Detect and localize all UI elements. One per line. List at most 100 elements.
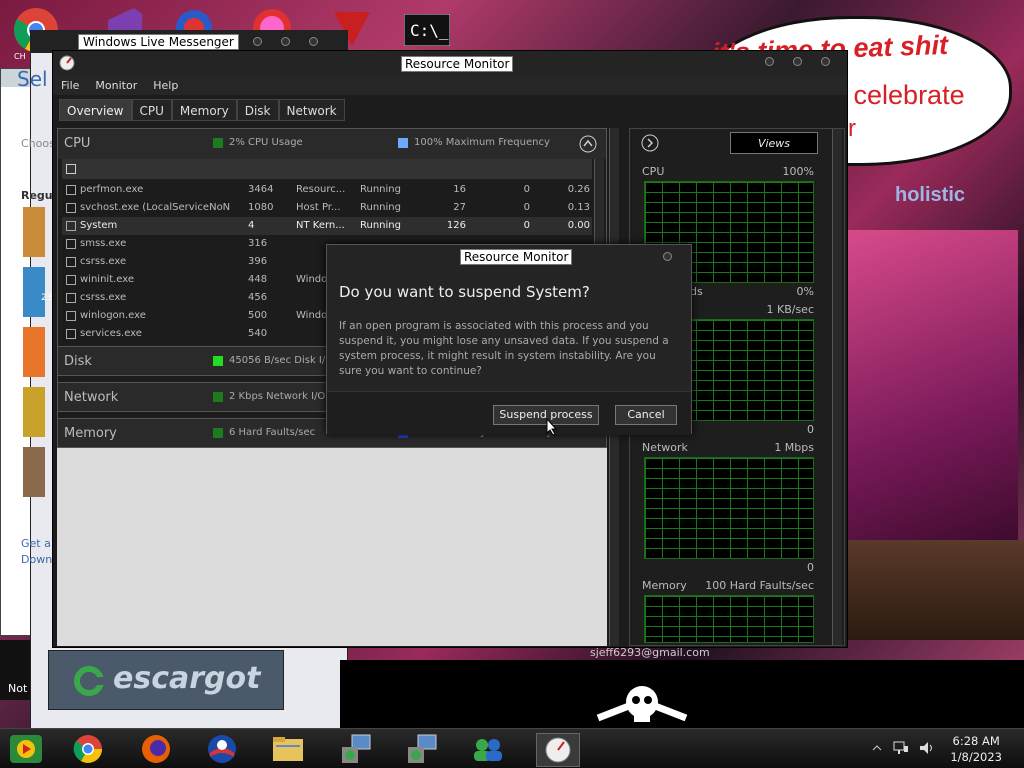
process-row[interactable]: svchost.exe (LocalServiceNoNe... 1080 Host… (62, 199, 592, 217)
process-threads-cell: 126 (446, 220, 466, 231)
process-name-cell: services.exe (80, 328, 142, 339)
firefox-icon[interactable] (138, 733, 174, 765)
disk-graph-max: 1 KB/sec (766, 303, 814, 316)
contact-avatar[interactable] (23, 387, 45, 437)
download-link[interactable]: Down (21, 553, 52, 566)
wallpaper-sign (848, 230, 1018, 550)
process-avg-cell: 0.13 (567, 202, 590, 213)
pirate-skull-icon (596, 686, 688, 722)
tab-strip: Overview CPU Memory Disk Network (59, 99, 345, 121)
contact-count: 23 (41, 293, 53, 303)
clock-time: 6:28 AM (952, 734, 1000, 748)
volume-icon[interactable] (918, 740, 936, 756)
system-clock[interactable]: 6:28 AM 1/8/2023 (950, 733, 1002, 765)
resource-monitor-taskbar-button[interactable] (536, 733, 580, 767)
network-setup-icon[interactable] (404, 733, 440, 765)
process-cpu-cell: 0 (523, 202, 530, 213)
get-link[interactable]: Get a (21, 537, 51, 550)
process-desc-cell: NT Kern... (296, 220, 345, 231)
network-setup-icon[interactable] (338, 733, 374, 765)
file-explorer-icon[interactable] (270, 733, 306, 765)
cpu-frequency-text: 100% Maximum Frequency (414, 137, 550, 148)
close-icon[interactable] (821, 57, 830, 66)
maximize-icon[interactable] (281, 37, 290, 46)
memory-faults-text: 6 Hard Faults/sec (229, 427, 316, 438)
tab-disk[interactable]: Disk (236, 99, 279, 121)
obama-logo-icon[interactable] (204, 733, 240, 765)
maximize-icon[interactable] (793, 57, 802, 66)
process-checkbox[interactable] (66, 221, 76, 231)
process-pid-cell: 396 (248, 256, 268, 267)
process-pid-cell: 316 (248, 238, 268, 249)
process-checkbox[interactable] (66, 257, 76, 267)
contact-avatar[interactable] (23, 207, 45, 257)
resource-monitor-titlebar[interactable]: Resource Monitor (53, 51, 847, 75)
menu-monitor[interactable]: Monitor (95, 79, 137, 92)
memory-graph (644, 595, 814, 643)
resource-monitor-app-icon (59, 55, 75, 71)
graphs-scrollbar[interactable] (832, 129, 842, 645)
bubble-text-line3: r (848, 115, 856, 142)
show-hidden-icons-chevron-icon[interactable] (872, 743, 882, 753)
process-avg-cell: 0.26 (567, 184, 590, 195)
network-graph-min: 0 (807, 561, 814, 574)
process-status-cell: Running (360, 220, 401, 231)
expand-chevron-icon[interactable] (640, 133, 660, 153)
process-checkbox[interactable] (66, 203, 76, 213)
dialog-close-icon[interactable] (663, 252, 672, 261)
process-cpu-cell: 0 (523, 220, 530, 231)
cancel-button[interactable]: Cancel (615, 405, 677, 425)
suspend-dialog: Resource Monitor Do you want to suspend … (326, 244, 692, 435)
mouse-cursor-icon (546, 418, 558, 436)
process-checkbox[interactable] (66, 239, 76, 249)
left-cut-label-sel: Sel (17, 67, 48, 91)
network-section-title: Network (64, 390, 119, 405)
wallpaper-crowd (848, 540, 1024, 640)
cpu-graph-label: CPU (642, 165, 665, 178)
views-button[interactable]: Views (730, 132, 818, 154)
tab-network[interactable]: Network (278, 99, 345, 121)
tab-overview[interactable]: Overview (59, 99, 132, 121)
disk-io-text: 45056 B/sec Disk I/O (229, 355, 334, 366)
dialog-heading: Do you want to suspend System? (339, 283, 590, 301)
minimize-icon[interactable] (253, 37, 262, 46)
process-checkbox[interactable] (66, 293, 76, 303)
process-row[interactable]: perfmon.exe 3464 Resourc... Running 16 0 0.26 (62, 181, 592, 199)
menu-help[interactable]: Help (153, 79, 178, 92)
process-checkbox[interactable] (66, 275, 76, 285)
left-cut-label-ch: CH (14, 52, 26, 61)
process-name-cell: winlogon.exe (80, 310, 146, 321)
clock-date: 1/8/2023 (950, 750, 1002, 764)
memory-graph-max: 100 Hard Faults/sec (705, 579, 814, 592)
cpu-section-header[interactable]: CPU 2% CPU Usage 100% Maximum Frequency (58, 129, 606, 159)
escargot-logo-icon (74, 666, 107, 696)
tab-cpu[interactable]: CPU (131, 99, 172, 121)
process-cpu-cell: 0 (523, 184, 530, 195)
tab-memory[interactable]: Memory (171, 99, 237, 121)
disk-section-title: Disk (64, 354, 92, 369)
network-status-icon[interactable] (892, 740, 910, 756)
messenger-icon[interactable] (470, 733, 506, 765)
window-title: Resource Monitor (401, 56, 514, 72)
network-graph (644, 457, 814, 559)
close-icon[interactable] (309, 37, 318, 46)
media-center-icon[interactable] (8, 733, 44, 765)
process-checkbox[interactable] (66, 329, 76, 339)
process-checkbox[interactable] (66, 185, 76, 195)
process-checkbox[interactable] (66, 311, 76, 321)
left-cut-label-choose: Choos (21, 137, 55, 150)
chrome-icon[interactable] (70, 733, 106, 765)
disk-io-swatch (213, 356, 223, 366)
contact-avatar[interactable] (23, 447, 45, 497)
menu-file[interactable]: File (61, 79, 79, 92)
minimize-icon[interactable] (765, 57, 774, 66)
process-name-cell: smss.exe (80, 238, 127, 249)
process-row[interactable]: System 4 NT Kern... Running 126 0 0.00 (62, 217, 592, 235)
escargot-banner[interactable]: escargot (48, 650, 284, 710)
select-all-checkbox[interactable] (66, 164, 76, 174)
contact-avatar[interactable] (23, 327, 45, 377)
process-name-cell: svchost.exe (LocalServiceNoNe... (80, 202, 230, 213)
collapse-chevron-icon[interactable] (578, 134, 598, 154)
memory-section-title: Memory (64, 426, 117, 441)
contact-avatar[interactable] (23, 267, 45, 317)
